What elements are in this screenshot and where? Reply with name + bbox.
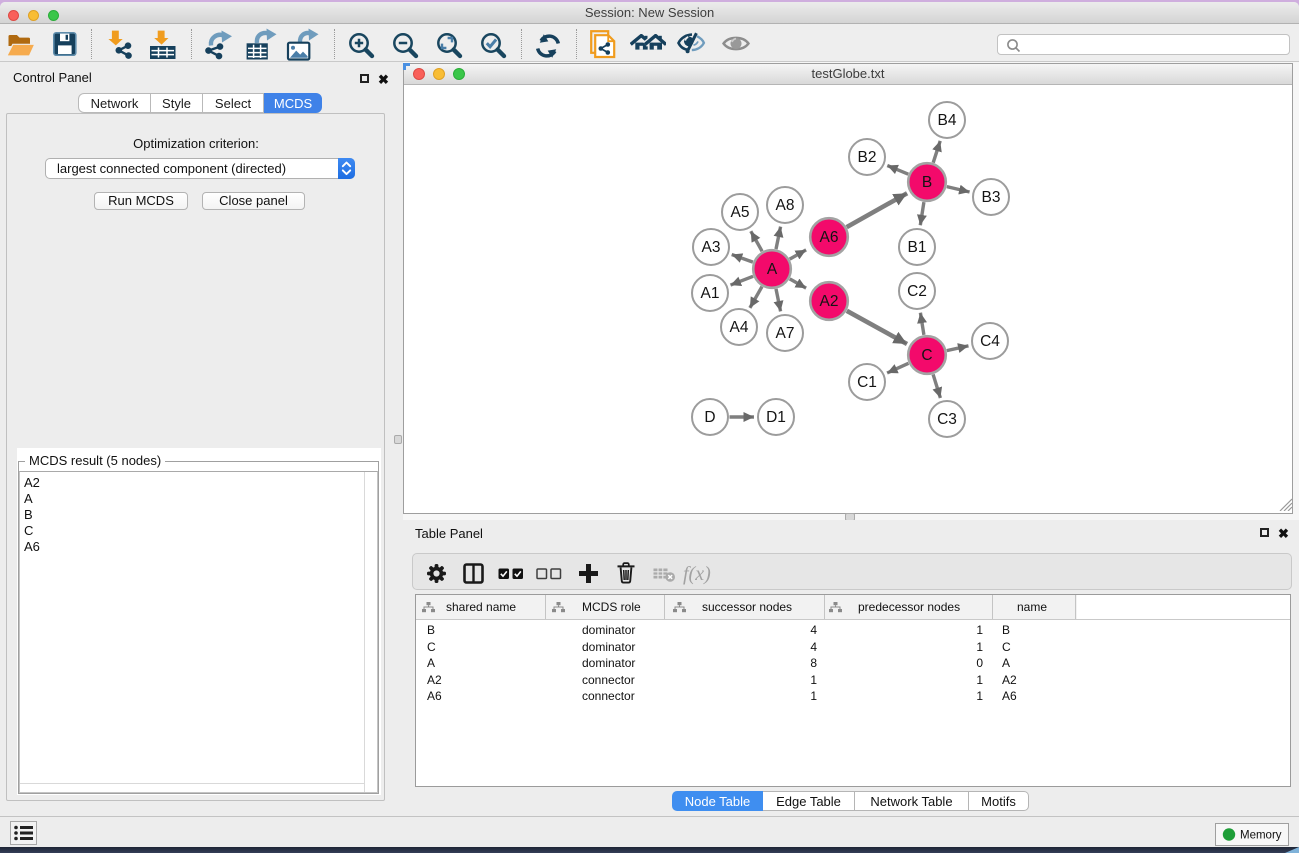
svg-text:B3: B3 [982, 189, 1001, 206]
svg-text:B4: B4 [938, 112, 957, 129]
svg-text:A: A [767, 261, 778, 278]
svg-text:A5: A5 [731, 204, 750, 221]
svg-text:A1: A1 [701, 285, 720, 302]
svg-text:B1: B1 [908, 239, 927, 256]
svg-text:A6: A6 [820, 229, 839, 246]
svg-text:B2: B2 [858, 149, 877, 166]
svg-text:C3: C3 [937, 411, 957, 428]
svg-text:C1: C1 [857, 374, 877, 391]
svg-text:Memory: Memory [1240, 830, 1282, 842]
svg-text:D: D [704, 409, 715, 426]
svg-text:A2: A2 [820, 293, 839, 310]
svg-text:f(x): f(x) [683, 563, 711, 585]
svg-text:B: B [922, 174, 932, 191]
svg-text:A3: A3 [702, 239, 721, 256]
svg-text:A7: A7 [776, 325, 795, 342]
svg-text:C4: C4 [980, 333, 1000, 350]
svg-text:A8: A8 [776, 197, 795, 214]
svg-text:D1: D1 [766, 409, 786, 426]
svg-text:A4: A4 [730, 319, 749, 336]
svg-text:C: C [921, 347, 932, 364]
svg-text:C2: C2 [907, 283, 927, 300]
